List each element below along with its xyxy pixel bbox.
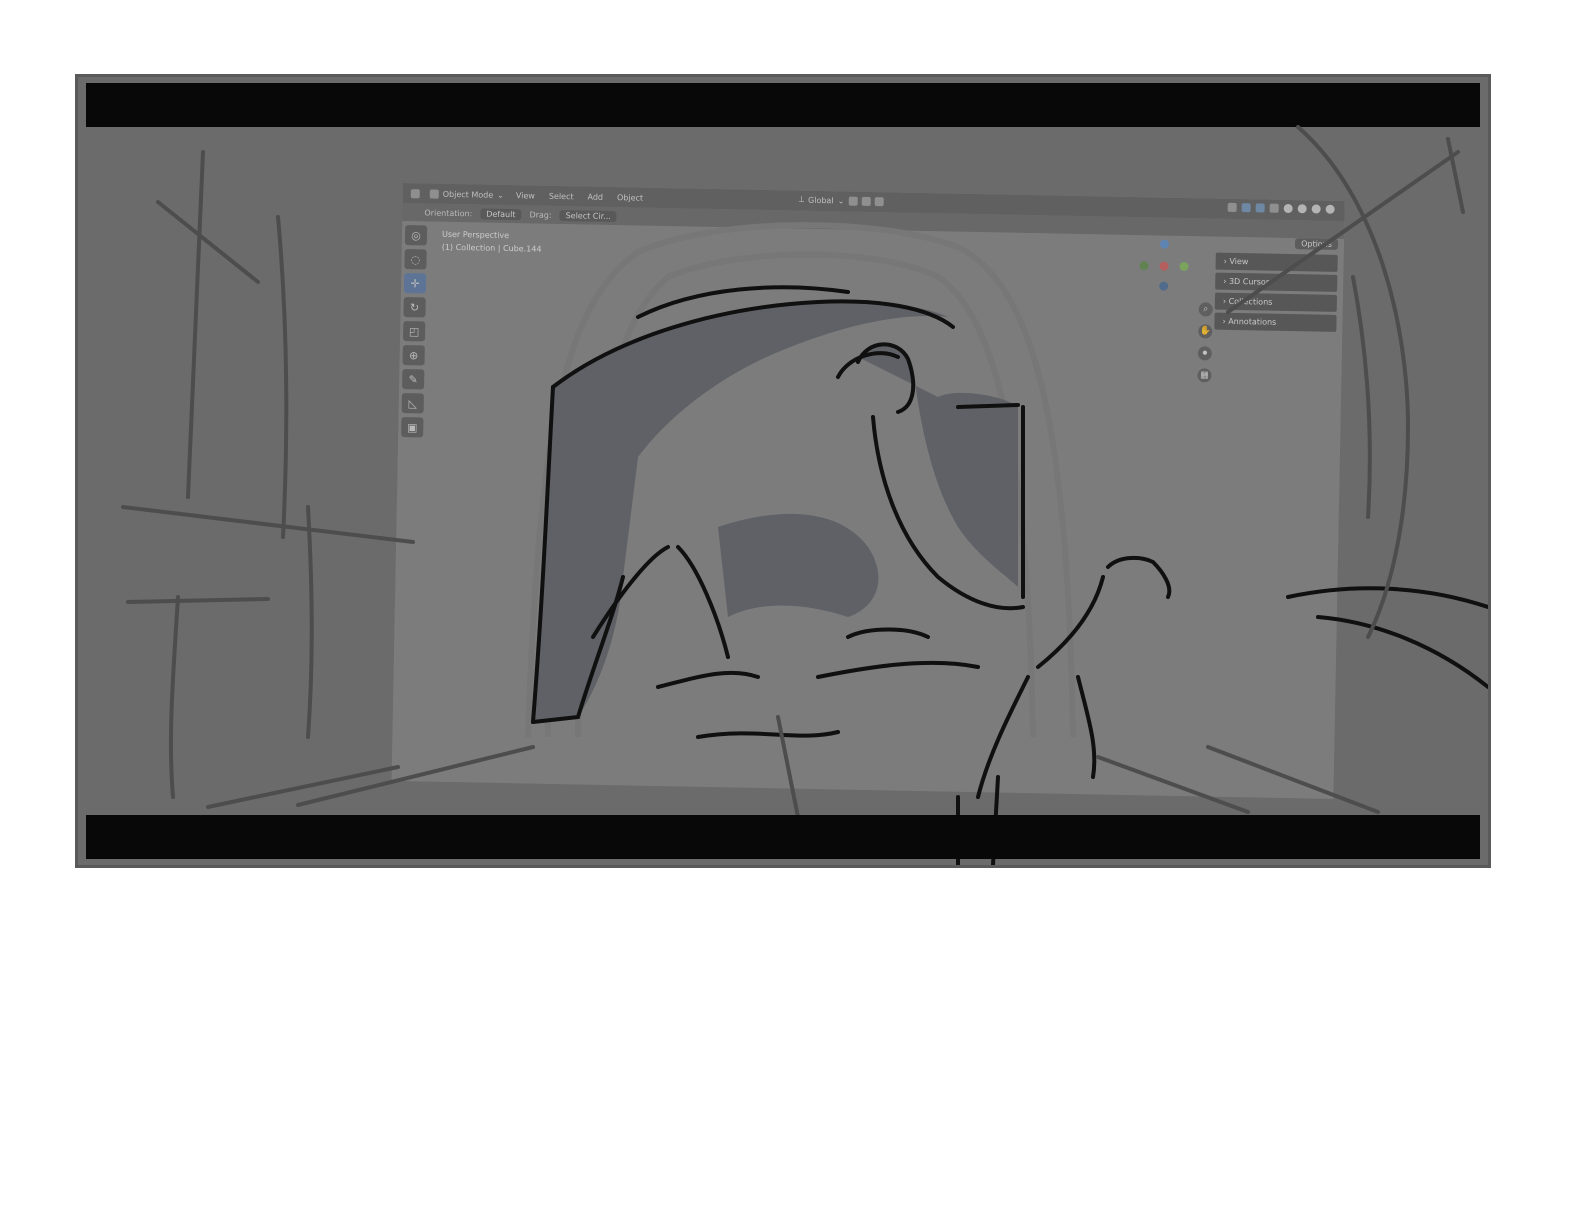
transform-orientation-dropdown[interactable]: ⟂ Global ⌄ (799, 195, 884, 207)
mode-dropdown[interactable]: Object Mode ⌄ (429, 189, 504, 200)
drag-dropdown[interactable]: Select Cir... (559, 209, 617, 222)
3d-viewport[interactable]: User Perspective (1) Collection | Cube.1… (391, 220, 1345, 799)
tool-shelf: ◎ ◌ ✛ ↻ ◰ ⊕ ✎ ◺ ▣ (401, 221, 431, 438)
transform-orientation-label: Global (808, 195, 834, 205)
panel-view[interactable]: › View (1215, 252, 1338, 272)
axis-neg-z-icon[interactable] (1159, 281, 1169, 291)
panel-collections[interactable]: › Collections (1214, 292, 1338, 312)
axis-y-icon[interactable] (1179, 261, 1189, 272)
menu-select[interactable]: Select (547, 191, 576, 201)
panel-3d-cursor[interactable]: › 3D Cursor (1215, 272, 1338, 292)
zoom-icon[interactable]: ⌕ (1198, 302, 1213, 317)
collection-label: (1) Collection | Cube.144 (441, 242, 542, 254)
orientation-dropdown[interactable]: Default (480, 207, 522, 220)
proportional-edit-icon[interactable] (874, 196, 884, 206)
editor-type-icon[interactable] (410, 188, 420, 198)
camera-icon[interactable]: ⏺ (1197, 346, 1213, 361)
material-shading-icon[interactable] (1311, 204, 1321, 214)
drag-label: Drag: (529, 209, 552, 220)
grid-icon[interactable]: ▦ (1197, 368, 1212, 383)
panel-3d-cursor-label: 3D Cursor (1228, 276, 1270, 287)
menu-add[interactable]: Add (585, 192, 605, 201)
panel-collections-label: Collections (1228, 296, 1273, 307)
solid-shading-icon[interactable] (1297, 204, 1307, 214)
wireframe-shading-icon[interactable] (1283, 203, 1293, 214)
rendered-shading-icon[interactable] (1325, 204, 1335, 214)
panel-annotations[interactable]: › Annotations (1214, 312, 1337, 332)
axis-neg-y-icon[interactable] (1139, 261, 1149, 271)
letterbox-bottom (86, 815, 1480, 859)
add-cube-icon[interactable]: ▣ (401, 417, 424, 438)
snap-icon[interactable] (861, 196, 871, 206)
shading-controls (1227, 202, 1335, 214)
menu-view[interactable]: View (514, 191, 537, 200)
mode-label: Object Mode (442, 189, 494, 200)
axes-icon: ⟂ (798, 194, 805, 204)
menu-object[interactable]: Object (615, 193, 645, 203)
viewport-info: User Perspective (1) Collection | Cube.1… (442, 228, 542, 256)
blender-screenshot: Object Mode ⌄ View Select Add Object ⟂ G… (391, 183, 1345, 799)
navigation-buttons: ⌕ ✋ ⏺ ▦ (1197, 302, 1213, 383)
chevron-down-icon: ⌄ (837, 195, 845, 205)
object-mode-icon (429, 189, 439, 199)
orientation-label: Orientation: (424, 207, 473, 218)
chevron-down-icon: ⌄ (497, 190, 504, 200)
pivot-icon[interactable] (848, 196, 858, 206)
n-panel: Options › View › 3D Cursor › Collections… (1214, 237, 1339, 332)
measure-icon[interactable]: ◺ (401, 393, 424, 414)
storyboard-frame: Object Mode ⌄ View Select Add Object ⟂ G… (75, 74, 1491, 868)
transform-icon[interactable]: ⊕ (402, 345, 425, 366)
gizmo-toggle-icon[interactable] (1241, 203, 1251, 213)
pan-hand-icon[interactable]: ✋ (1198, 324, 1213, 339)
cursor-icon[interactable]: ◎ (404, 225, 428, 246)
letterbox-top (86, 83, 1480, 127)
navigation-gizmo[interactable] (1139, 239, 1190, 300)
panel-annotations-label: Annotations (1228, 316, 1277, 327)
storyboard-page: Object Mode ⌄ View Select Add Object ⟂ G… (0, 0, 1584, 1224)
select-circle-icon[interactable]: ◌ (404, 249, 427, 270)
scale-icon[interactable]: ◰ (402, 321, 426, 342)
visibility-icon[interactable] (1227, 202, 1237, 213)
annotate-icon[interactable]: ✎ (402, 369, 425, 390)
xray-icon[interactable] (1269, 203, 1279, 213)
axis-x-icon[interactable] (1159, 261, 1169, 271)
move-icon[interactable]: ✛ (403, 273, 427, 294)
overlay-toggle-icon[interactable] (1255, 203, 1265, 213)
axis-z-icon[interactable] (1159, 239, 1170, 249)
options-button[interactable]: Options (1295, 238, 1339, 250)
rotate-icon[interactable]: ↻ (403, 297, 426, 318)
panel-view-label: View (1229, 256, 1249, 267)
